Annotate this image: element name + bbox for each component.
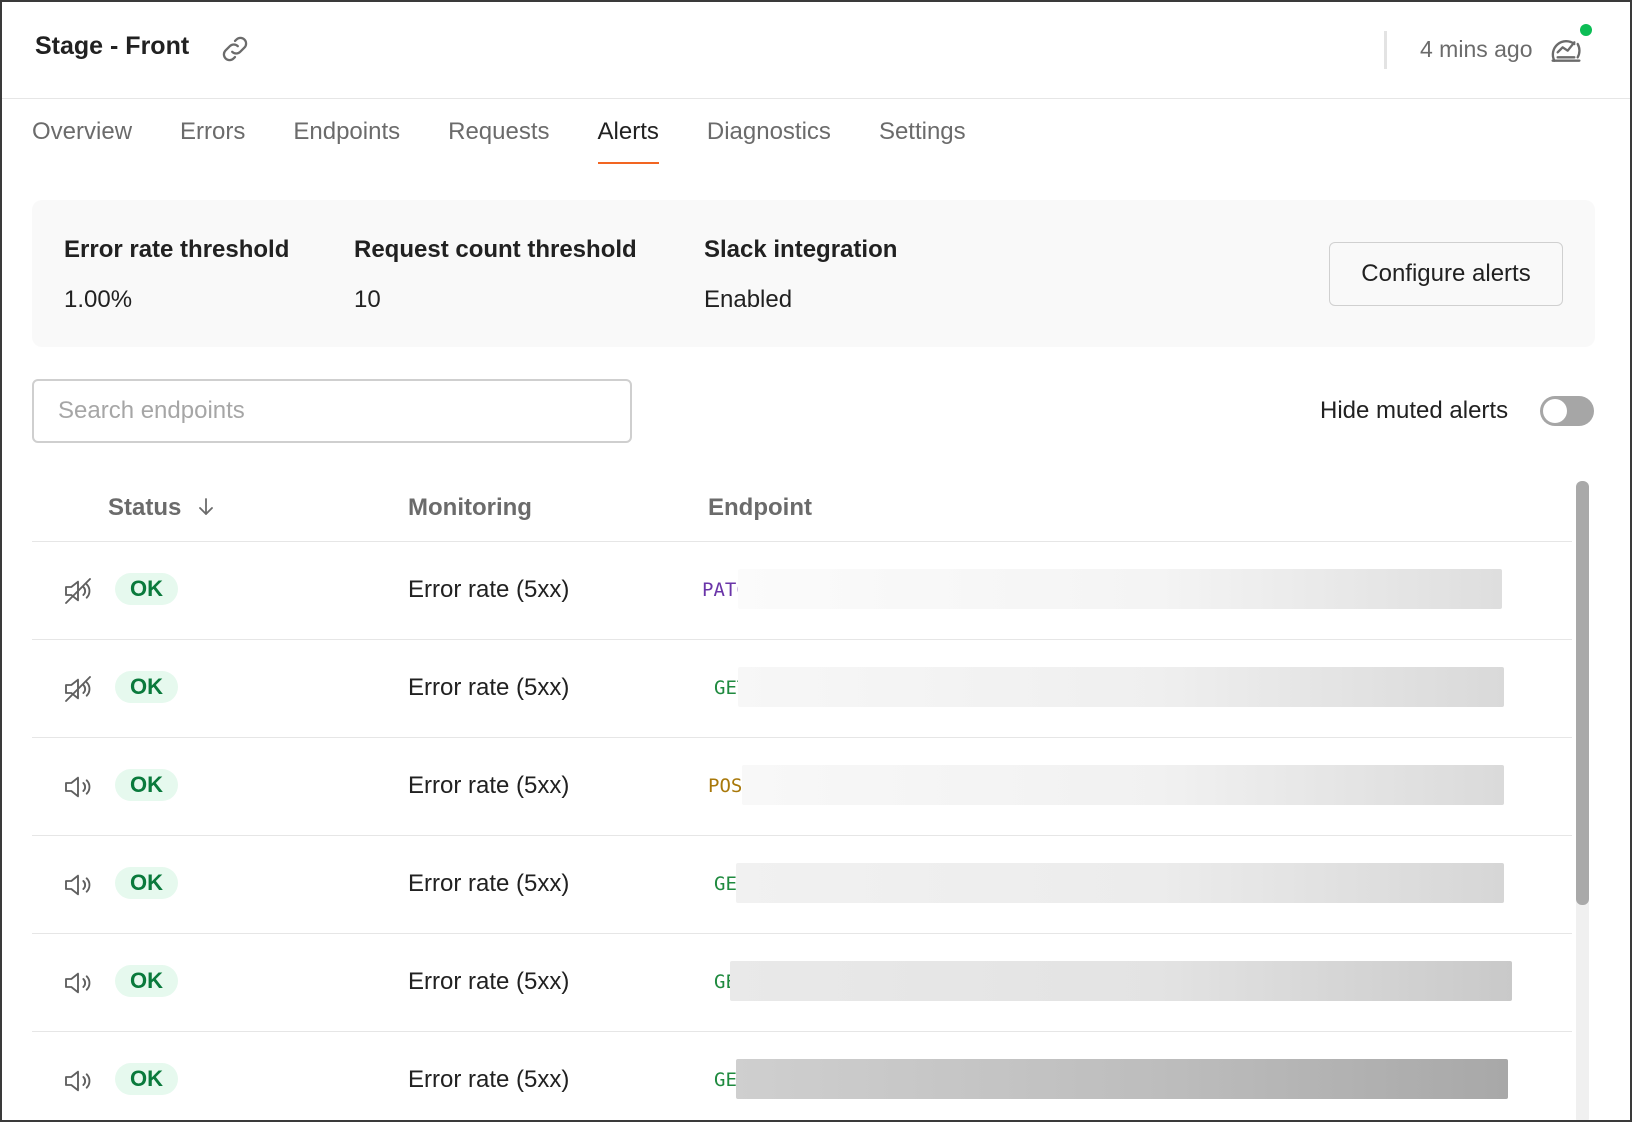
- toggle-knob: [1543, 399, 1567, 423]
- column-status[interactable]: Status: [108, 494, 218, 522]
- tab-alerts[interactable]: Alerts: [597, 114, 660, 164]
- request-count-label: Request count threshold: [354, 236, 637, 263]
- status-badge: OK: [115, 965, 178, 997]
- request-count-metric: Request count threshold 10: [354, 236, 637, 314]
- muted-speaker-icon[interactable]: [62, 575, 94, 607]
- request-count-value: 10: [354, 286, 381, 313]
- column-monitoring: Monitoring: [408, 494, 532, 521]
- table-row[interactable]: OKError rate (5xx)GET: [32, 934, 1572, 1032]
- speaker-icon[interactable]: [62, 869, 94, 901]
- endpoint-path-placeholder[interactable]: [738, 569, 1502, 609]
- tab-requests[interactable]: Requests: [448, 114, 549, 164]
- endpoint-path-placeholder[interactable]: [730, 961, 1512, 1001]
- alert-settings-summary: Error rate threshold 1.00% Request count…: [32, 200, 1595, 347]
- configure-alerts-button[interactable]: Configure alerts: [1329, 242, 1563, 306]
- table-row[interactable]: OKError rate (5xx)GET: [32, 1032, 1572, 1120]
- slack-metric: Slack integration Enabled: [704, 236, 897, 314]
- status-badge: OK: [115, 867, 178, 899]
- online-status-dot: [1580, 24, 1592, 36]
- monitor-icon[interactable]: [1546, 29, 1586, 69]
- tab-overview[interactable]: Overview: [32, 114, 132, 164]
- error-rate-value: 1.00%: [64, 286, 133, 313]
- slack-value: Enabled: [704, 286, 793, 313]
- hide-muted-toggle[interactable]: [1540, 396, 1594, 426]
- monitoring-type: Error rate (5xx): [408, 674, 570, 701]
- column-status-label: Status: [108, 494, 182, 521]
- table-row[interactable]: OKError rate (5xx)GET: [32, 836, 1572, 934]
- status-badge: OK: [115, 671, 178, 703]
- monitoring-type: Error rate (5xx): [408, 772, 570, 799]
- tab-bar: Overview Errors Endpoints Requests Alert…: [32, 114, 1014, 164]
- error-rate-metric: Error rate threshold 1.00%: [64, 236, 289, 314]
- hide-muted-label: Hide muted alerts: [1320, 397, 1509, 424]
- error-rate-label: Error rate threshold: [64, 236, 290, 263]
- speaker-icon[interactable]: [62, 1065, 94, 1097]
- alerts-table: Status Monitoring Endpoint OK Error rate …: [32, 478, 1572, 1120]
- scrollbar[interactable]: [1576, 481, 1589, 1120]
- tab-endpoints[interactable]: Endpoints: [293, 114, 400, 164]
- page-title: Stage - Front: [35, 32, 190, 60]
- endpoint-path-placeholder[interactable]: [736, 1059, 1508, 1099]
- header: Stage - Front 4 mins ago: [2, 2, 1630, 99]
- monitoring-type: Error rate (5xx): [408, 968, 570, 995]
- status-badge: OK: [115, 573, 178, 605]
- tab-errors[interactable]: Errors: [180, 114, 245, 164]
- endpoint-path-placeholder[interactable]: [738, 667, 1504, 707]
- search-input[interactable]: [32, 379, 632, 443]
- last-updated-text: 4 mins ago: [1420, 36, 1533, 62]
- table-row[interactable]: OK Error rate (5xx) POST: [32, 738, 1572, 836]
- column-endpoint: Endpoint: [708, 494, 812, 521]
- link-icon[interactable]: [218, 32, 252, 66]
- endpoint-path-placeholder[interactable]: [742, 765, 1504, 805]
- scrollbar-thumb[interactable]: [1576, 481, 1589, 905]
- speaker-icon[interactable]: [62, 967, 94, 999]
- app-window: Stage - Front 4 mins ago Overview Errors…: [0, 0, 1632, 1122]
- slack-label: Slack integration: [704, 236, 898, 263]
- header-divider: [1384, 31, 1387, 69]
- speaker-icon[interactable]: [62, 771, 94, 803]
- table-row[interactable]: OKError rate (5xx)GET: [32, 640, 1572, 738]
- status-badge: OK: [115, 1063, 178, 1095]
- endpoint-path-placeholder[interactable]: [736, 863, 1504, 903]
- muted-speaker-icon[interactable]: [62, 673, 94, 705]
- sort-down-icon: [194, 495, 218, 519]
- monitoring-type: Error rate (5xx): [408, 576, 570, 603]
- status-badge: OK: [115, 769, 178, 801]
- tab-diagnostics[interactable]: Diagnostics: [707, 114, 831, 164]
- tab-settings[interactable]: Settings: [879, 114, 966, 164]
- table-header: Status Monitoring Endpoint: [32, 478, 1572, 542]
- table-row[interactable]: OK Error rate (5xx) PATCH: [32, 542, 1572, 640]
- monitoring-type: Error rate (5xx): [408, 870, 570, 897]
- monitoring-type: Error rate (5xx): [408, 1066, 570, 1093]
